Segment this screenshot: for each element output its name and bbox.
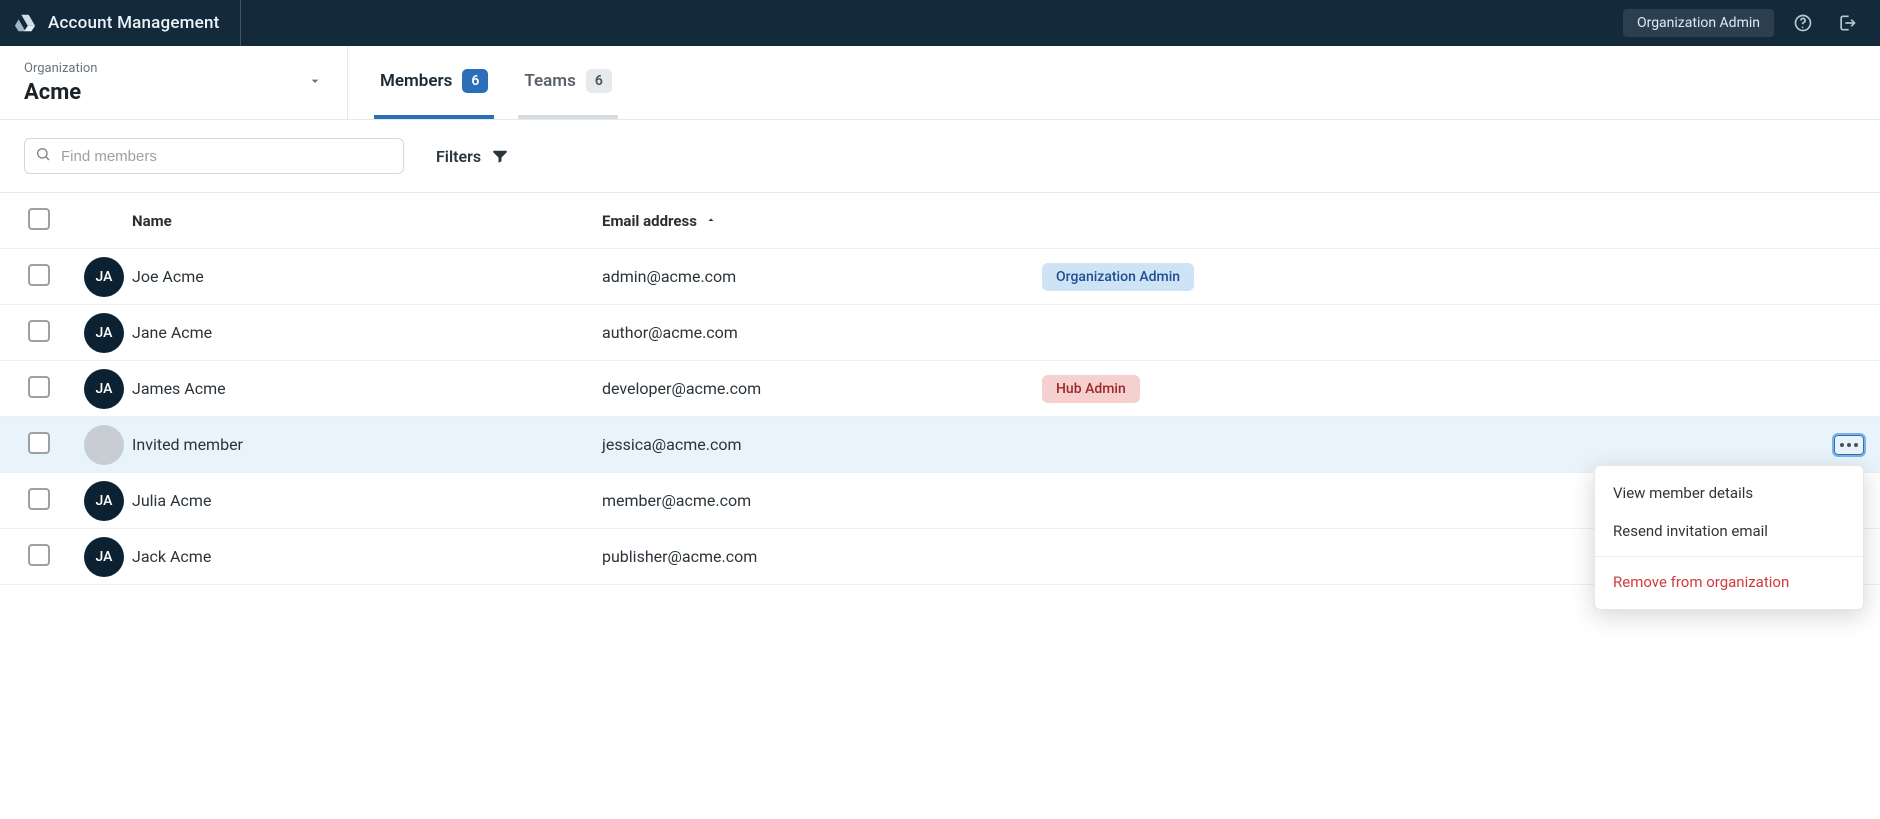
row-checkbox[interactable] [28,376,50,398]
member-role-cell: Organization Admin [1042,263,1794,291]
th-email[interactable]: Email address [602,212,1042,230]
table-row: JA Jane Acme author@acme.com [0,305,1880,361]
member-email: publisher@acme.com [602,547,1042,566]
avatar: JA [84,481,124,521]
row-actions: View member detailsResend invitation ema… [1794,435,1864,455]
menu-item[interactable]: View member details [1595,474,1863,512]
org-label: Organization [24,61,97,76]
org-label-group: Organization Acme [24,61,97,105]
org-selector[interactable]: Organization Acme [0,46,348,119]
tab-count: 6 [586,69,612,93]
logout-icon[interactable] [1832,8,1862,38]
tab-members[interactable]: Members 6 [374,46,494,119]
select-all-checkbox[interactable] [28,208,50,230]
table-row: JA Joe Acme admin@acme.com Organization … [0,249,1880,305]
member-email: admin@acme.com [602,267,1042,286]
brand: Account Management [0,0,241,46]
row-menu-button[interactable] [1834,435,1864,455]
avatar: JA [84,369,124,409]
drive-icon [14,12,36,34]
table-row: Invited member jessica@acme.com View mem… [0,417,1880,473]
member-email: member@acme.com [602,491,1042,510]
row-checkbox[interactable] [28,488,50,510]
toolbar: Filters [0,120,1880,193]
member-name: Jack Acme [132,547,602,566]
filters-button[interactable]: Filters [436,147,509,166]
avatar: JA [84,257,124,297]
member-name: Julia Acme [132,491,602,510]
member-email: developer@acme.com [602,379,1042,398]
topbar-left: Account Management [0,0,241,46]
th-email-label: Email address [602,212,697,230]
filters-label: Filters [436,147,481,166]
row-checkbox[interactable] [28,320,50,342]
tab-label: Teams [524,71,575,91]
member-name: Jane Acme [132,323,602,342]
member-name: Joe Acme [132,267,602,286]
member-email: author@acme.com [602,323,1042,342]
tab-teams[interactable]: Teams 6 [518,46,617,119]
org-name: Acme [24,80,97,105]
subheader: Organization Acme Members 6 Teams 6 [0,46,1880,120]
table-header-row: Name Email address [0,193,1880,249]
avatar: JA [84,537,124,577]
avatar: JA [84,313,124,353]
search-icon [35,146,51,166]
member-role-cell: Hub Admin [1042,375,1794,403]
row-checkbox[interactable] [28,432,50,454]
sort-asc-icon [705,212,717,230]
help-icon[interactable] [1788,8,1818,38]
app-title: Account Management [48,13,220,33]
row-actions [1794,323,1864,343]
menu-item[interactable]: Resend invitation email [1595,512,1863,550]
th-name[interactable]: Name [132,212,602,230]
member-name: James Acme [132,379,602,398]
row-actions [1794,267,1864,287]
avatar [84,425,124,465]
search[interactable] [24,138,404,174]
topbar-right: Organization Admin [1623,8,1870,38]
member-email: jessica@acme.com [602,435,1042,454]
search-input[interactable] [59,147,393,166]
row-actions [1794,379,1864,399]
table-row: JA James Acme developer@acme.com Hub Adm… [0,361,1880,417]
member-name: Invited member [132,435,602,454]
row-checkbox[interactable] [28,544,50,566]
tab-count: 6 [462,69,488,93]
tab-label: Members [380,71,452,91]
role-badge: Hub Admin [1042,375,1140,403]
tabs: Members 6 Teams 6 [348,46,618,119]
chevron-down-icon [307,73,323,93]
row-context-menu: View member detailsResend invitation ema… [1594,465,1864,610]
members-table: Name Email address JA Joe Acme admin@acm… [0,193,1880,585]
role-badge: Organization Admin [1042,263,1194,291]
row-checkbox[interactable] [28,264,50,286]
role-chip: Organization Admin [1623,9,1774,37]
topbar: Account Management Organization Admin [0,0,1880,46]
menu-item[interactable]: Remove from organization [1595,563,1863,601]
menu-divider [1595,556,1863,557]
filter-icon [491,147,509,165]
